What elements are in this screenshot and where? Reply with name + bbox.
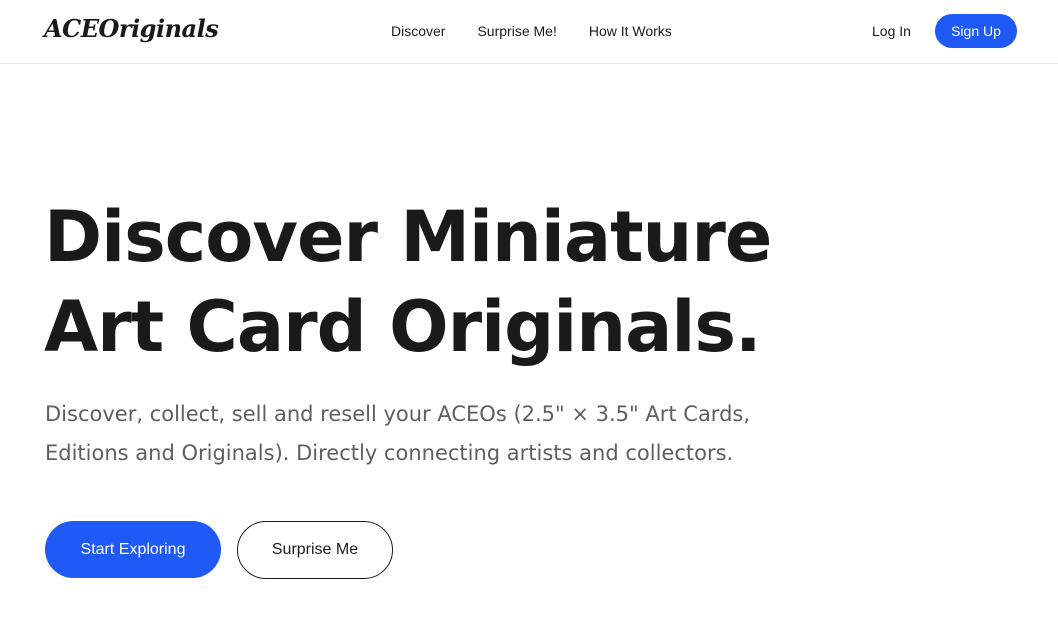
signup-button[interactable]: Sign Up [935,14,1017,48]
nav-how-it-works[interactable]: How It Works [589,22,672,40]
hero-title: Discover Miniature Art Card Originals. [44,192,844,372]
nav-discover[interactable]: Discover [391,22,445,40]
nav-surprise-me[interactable]: Surprise Me! [477,22,556,40]
hero-title-line-2: Art Card Originals. [44,286,762,368]
hero-subtitle-line-1: Discover, collect, sell and resell your … [45,402,751,426]
hero-subtitle: Discover, collect, sell and resell your … [45,395,805,473]
start-exploring-button[interactable]: Start Exploring [45,521,221,578]
page: ACEOriginals Discover Surprise Me! How I… [0,0,1058,625]
hero-subtitle-line-2: Editions and Originals). Directly connec… [45,441,734,465]
site-logo[interactable]: ACEOriginals [44,14,219,43]
surprise-me-button[interactable]: Surprise Me [237,521,393,579]
hero-title-line-1: Discover Miniature [44,196,772,278]
top-navbar: ACEOriginals Discover Surprise Me! How I… [0,0,1058,64]
login-link[interactable]: Log In [872,22,911,40]
main-nav: Discover Surprise Me! How It Works [391,22,672,40]
